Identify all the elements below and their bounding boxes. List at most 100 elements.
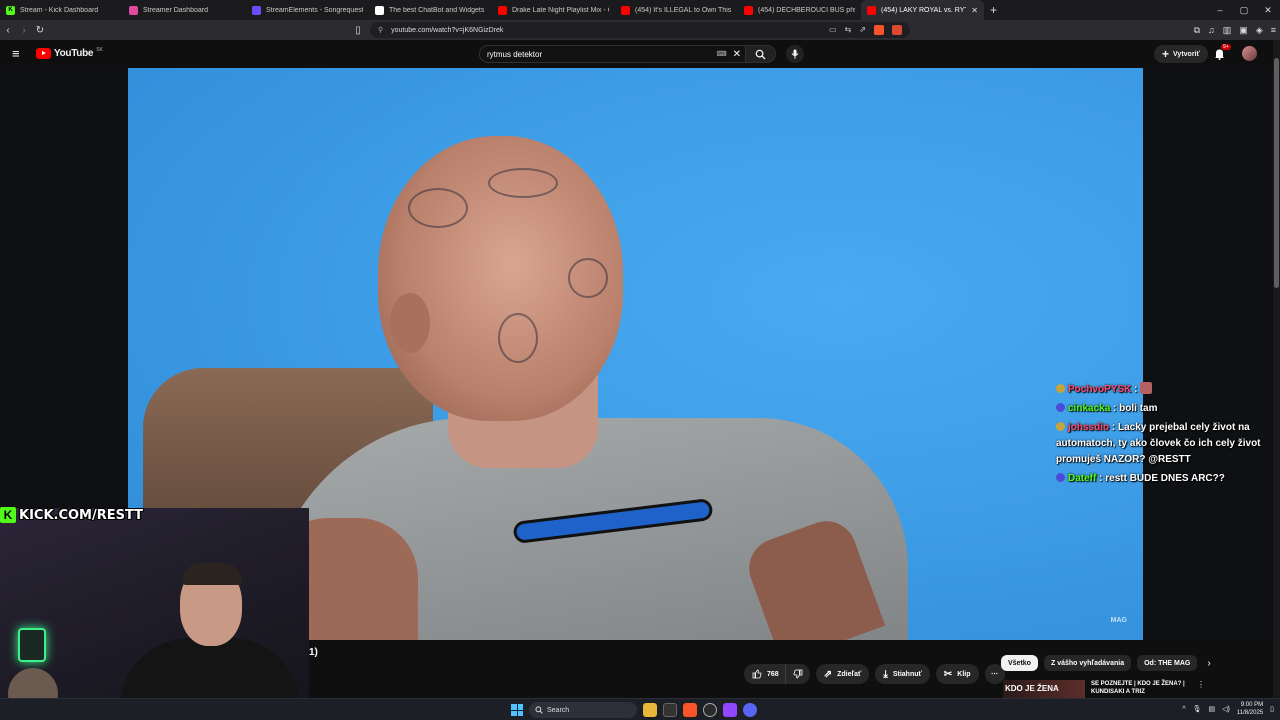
browser-tab[interactable]: (454) LAKY ROYAL vs. RYTMI ✕	[861, 0, 984, 20]
tray-chevron-icon[interactable]: ^	[1182, 706, 1185, 713]
voice-search-button[interactable]	[786, 45, 804, 63]
clock-time: 9:00 PM	[1240, 702, 1264, 708]
download-button[interactable]: ⤓ Stiahnuť	[875, 664, 930, 684]
brave-browser-icon[interactable]	[683, 703, 697, 717]
bookmark-icon[interactable]: ▯	[350, 25, 366, 36]
translate-icon[interactable]: ⇆	[845, 25, 852, 35]
video-title-fragment: 1)	[309, 647, 318, 658]
windows-start-icon[interactable]	[511, 704, 523, 716]
keyboard-icon[interactable]: ⌨	[717, 50, 727, 58]
back-icon[interactable]: ‹	[0, 25, 16, 36]
filter-chip[interactable]: Z vášho vyhľadávania	[1043, 655, 1132, 671]
vpn-icon[interactable]: ◈	[1256, 25, 1263, 36]
tab-favicon-icon	[867, 5, 876, 15]
recommendation-thumbnail[interactable]: KDO JE ŽENA	[1003, 680, 1085, 700]
forward-icon[interactable]: ›	[16, 25, 32, 36]
browser-tab[interactable]: K Stream - Kick Dashboard	[0, 0, 123, 20]
network-icon[interactable]: ▤	[1209, 705, 1216, 713]
stream-chat-overlay: PochvoPYSK : cinkacka : boli tam johssdio…	[1056, 382, 1276, 490]
chat-text: restt BUDE DNES ARC??	[1105, 473, 1225, 484]
taskbar-search-label: Search	[547, 706, 570, 714]
clip-button[interactable]: ✂ Klip	[935, 664, 979, 684]
tab-label: (454) DECHBEROUCÍ BUS přes ANDY	[758, 6, 855, 14]
recommendation-title[interactable]: SE POZNEJTE | KDO JE ŽENA? | KUNDISAKI A…	[1091, 680, 1191, 700]
twitch-icon[interactable]	[723, 703, 737, 717]
search-icon	[535, 706, 543, 714]
browser-tab[interactable]: (454) DECHBEROUCÍ BUS přes ANDY	[738, 0, 861, 20]
brave-shield-icon[interactable]	[874, 25, 884, 35]
browser-tab[interactable]: The best ChatBot and Widgets for K	[369, 0, 492, 20]
sidebar-icon[interactable]: ▥	[1223, 25, 1232, 36]
system-clock[interactable]: 9:00 PM 11/8/2025	[1237, 701, 1263, 717]
browser-tab[interactable]: Drake Late Night Playlist Mix - Comp	[492, 0, 615, 20]
tattoo-mark	[498, 313, 538, 363]
new-tab-button[interactable]: +	[984, 3, 1003, 17]
chat-message: johssdio : Lacky prejebal cely život na …	[1056, 420, 1276, 468]
menu-icon[interactable]: ≡	[1271, 25, 1276, 35]
download-label: Stiahnuť	[892, 670, 922, 678]
search-button[interactable]	[746, 45, 776, 63]
notification-badge: 9+	[1221, 44, 1231, 50]
create-button[interactable]: + Vytvoriť	[1154, 45, 1208, 63]
youtube-play-icon	[36, 48, 51, 59]
dislike-button[interactable]	[784, 664, 810, 684]
volume-icon[interactable]: ◁)	[1222, 705, 1230, 713]
browser-tab[interactable]: StreamElements - Songrequest	[246, 0, 369, 20]
chat-message: PochvoPYSK :	[1056, 382, 1276, 398]
tattoo-mark	[568, 258, 608, 298]
browser-tab-strip: K Stream - Kick Dashboard Streamer Dashboa…	[0, 0, 1280, 20]
url-field[interactable]: ⚲ youtube.com/watch?v=jK6NGizDrek ▭ ⇆ ⇗	[370, 22, 910, 38]
media-icon[interactable]: ♫	[1208, 25, 1215, 35]
chevron-right-icon[interactable]: ›	[1207, 658, 1210, 669]
share-button[interactable]: ⇗ Zdieľať	[815, 664, 870, 684]
search-input[interactable]: rytmus detektor ⌨ ✕	[479, 45, 746, 63]
chat-username: Dateff	[1068, 473, 1097, 484]
page-background-right	[1143, 68, 1273, 640]
site-info-icon[interactable]: ⚲	[378, 26, 383, 34]
cast-icon[interactable]: ▭	[829, 25, 837, 35]
taskbar-search[interactable]: Search	[529, 702, 637, 718]
more-vertical-icon[interactable]: ⋮	[1197, 680, 1205, 700]
scrollbar-thumb[interactable]	[1274, 58, 1279, 288]
youtube-logo[interactable]: YouTube SK	[36, 47, 103, 59]
extensions-icon[interactable]: ⧉	[1194, 25, 1200, 36]
file-explorer-icon[interactable]	[643, 703, 657, 717]
filter-chip[interactable]: Od: THE MAG	[1137, 655, 1198, 671]
tab-label: The best ChatBot and Widgets for K	[389, 6, 486, 14]
tab-favicon-icon	[129, 5, 138, 15]
recommendation-item[interactable]: KDO JE ŽENA SE POZNEJTE | KDO JE ŽENA? |…	[1003, 680, 1205, 700]
maximize-button[interactable]: ▢	[1232, 5, 1256, 16]
notification-center-icon[interactable]: ▯	[1270, 705, 1274, 713]
hamburger-menu-icon[interactable]: ≡	[12, 47, 20, 60]
reload-icon[interactable]: ↻	[32, 25, 48, 36]
obs-icon[interactable]	[703, 703, 717, 717]
close-tab-icon[interactable]: ✕	[971, 6, 978, 15]
minimize-button[interactable]: –	[1208, 5, 1232, 15]
share-arrow-icon: ⇗	[823, 668, 833, 680]
browser-tab[interactable]: Streamer Dashboard	[123, 0, 246, 20]
thumbs-up-icon	[752, 669, 762, 679]
wallet-icon[interactable]: ▣	[1239, 25, 1248, 36]
browser-tab[interactable]: (454) It's ILLEGAL to Own This 90's H	[615, 0, 738, 20]
address-bar-row: ‹ › ↻ ▯ ⚲ youtube.com/watch?v=jK6NGizDre…	[0, 20, 1280, 40]
share-icon[interactable]: ⇗	[859, 25, 866, 35]
terminal-icon[interactable]	[663, 703, 677, 717]
clock-date: 11/8/2025	[1236, 710, 1264, 716]
filter-chip[interactable]: Všetko	[1001, 655, 1038, 671]
youtube-header: ≡ YouTube SK rytmus detektor ⌨ ✕ + Vytvo…	[0, 40, 1280, 68]
account-avatar[interactable]	[1242, 46, 1257, 61]
chat-badge-icon	[1056, 422, 1065, 431]
brave-rewards-icon[interactable]	[892, 25, 902, 35]
discord-icon[interactable]	[743, 703, 757, 717]
microphone-tray-icon[interactable]: 🎙︎	[1193, 705, 1202, 713]
page-scrollbar[interactable]	[1273, 40, 1280, 700]
notifications-button[interactable]: 9+	[1214, 44, 1231, 65]
like-count: 768	[767, 670, 779, 678]
url-text: youtube.com/watch?v=jK6NGizDrek	[391, 26, 504, 34]
like-button[interactable]: 768	[744, 664, 785, 684]
system-tray: ^ 🎙︎ ▤ ◁) 9:00 PM 11/8/2025 ▯	[1182, 701, 1274, 717]
video-watermark: MAG	[1110, 617, 1127, 624]
close-window-button[interactable]: ✕	[1256, 5, 1280, 16]
clear-search-icon[interactable]: ✕	[733, 49, 741, 60]
tab-label: Streamer Dashboard	[143, 6, 208, 14]
